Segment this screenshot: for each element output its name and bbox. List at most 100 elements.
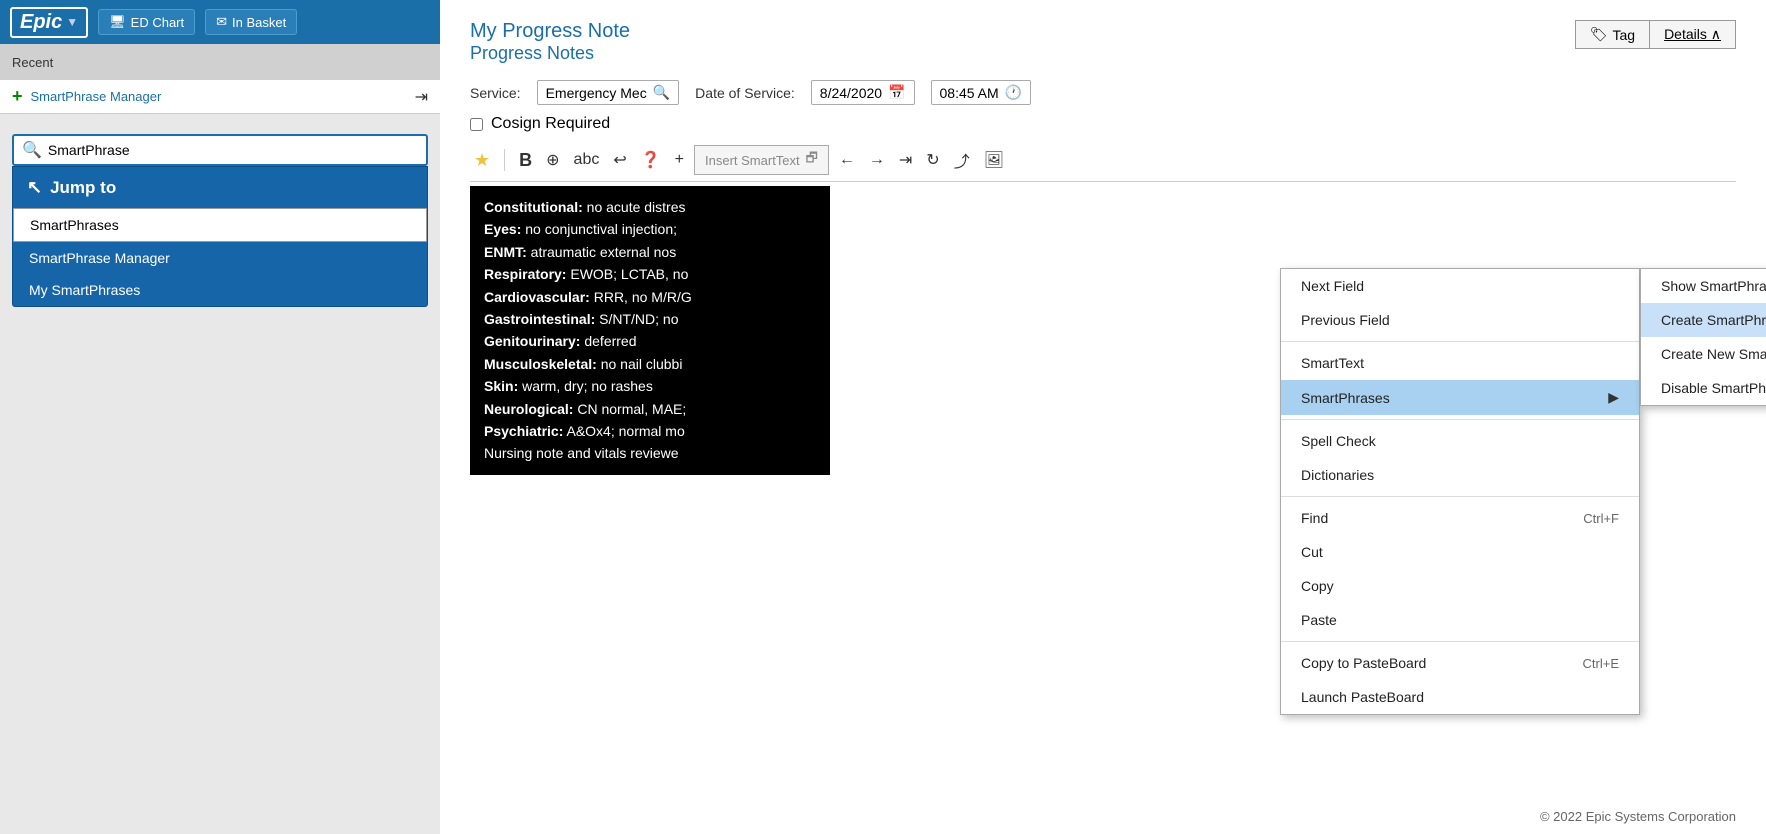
service-input[interactable]: Emergency Mec 🔍 [537,80,680,105]
context-menu-smarttext[interactable]: SmartText [1281,346,1639,380]
context-menu-launch-pasteboard[interactable]: Launch PasteBoard [1281,680,1639,714]
cosign-checkbox[interactable] [470,118,483,131]
undo-button[interactable]: ↩ [609,148,630,172]
submenu-disable-popup[interactable]: Disable SmartPhrase Popup [1641,371,1766,405]
pin-icon: ⇥ [415,87,428,107]
submenu-create-new[interactable]: Create New SmartPhrase [1641,337,1766,371]
editor-line-8: Skin: warm, dry; no rashes [484,375,816,397]
help-button[interactable]: ❓ [637,148,665,172]
date-input[interactable]: 8/24/2020 📅 [811,80,915,105]
launch-pasteboard-label: Launch PasteBoard [1301,689,1424,705]
next-field-label: Next Field [1301,278,1364,294]
context-menu-cut[interactable]: Cut [1281,535,1639,569]
calendar-icon: 📅 [888,84,905,101]
toolbar-separator-1 [504,149,505,171]
copy-pasteboard-shortcut: Ctrl+E [1583,656,1619,671]
header-buttons: 🏷 Tag Details ∧ [1575,20,1736,49]
jump-item-smartphrase-manager[interactable]: SmartPhrase Manager [13,242,427,274]
in-basket-button[interactable]: ✉ In Basket [205,9,297,35]
editor-line-9: Neurological: CN normal, MAE; [484,398,816,420]
context-menu-find[interactable]: Find Ctrl+F [1281,501,1639,535]
service-search-icon: 🔍 [653,84,670,101]
editor-line-3: Respiratory: EWOB; LCTAB, no [484,263,816,285]
page-title-line1: My Progress Note [470,20,630,43]
context-menu-copy-pasteboard[interactable]: Copy to PasteBoard Ctrl+E [1281,646,1639,680]
epic-logo[interactable]: Epic ▼ [10,7,88,38]
spell-check-label: Spell Check [1301,433,1376,449]
nav-left-button[interactable]: ← [835,149,859,171]
clock-icon: 🕐 [1005,84,1022,101]
add-icon: + [12,86,23,107]
smartphrase-manager-pin-row[interactable]: + SmartPhrase Manager ⇥ [0,80,440,114]
add-button[interactable]: + [671,149,688,171]
jump-to-label: Jump to [50,178,116,198]
smartphrase-manager-label: SmartPhrase Manager [31,89,162,104]
editor-line-1: Eyes: no conjunctival injection; [484,218,816,240]
insert-smarttext-label: Insert SmartText [705,153,800,168]
refresh-button[interactable]: ↻ [922,148,943,172]
date-label: Date of Service: [695,85,795,101]
ed-chart-button[interactable]: 🖥 ED Chart [98,9,195,35]
editor-line-10: Psychiatric: A&Ox4; normal mo [484,420,816,442]
editor-line-6: Genitourinary: deferred [484,330,816,352]
insert-smarttext-button[interactable]: Insert SmartText 🗗 [694,145,829,175]
tag-icon: 🏷 [1590,26,1608,43]
nav-split-button[interactable]: ⇥ [895,148,916,172]
jump-to-dropdown: ↖ Jump to SmartPhrases SmartPhrase Manag… [12,166,428,307]
context-menu-smartphrases[interactable]: SmartPhrases ▶ [1281,380,1639,415]
time-value: 08:45 AM [940,85,999,101]
context-menu-divider-3 [1281,496,1639,497]
editor-line-11: Nursing note and vitals reviewe [484,442,816,464]
editor-line-4: Cardiovascular: RRR, no M/R/G [484,286,816,308]
copy-label: Copy [1301,578,1334,594]
insert-smarttext-icon: 🗗 [806,149,818,171]
previous-field-label: Previous Field [1301,312,1390,328]
star-button[interactable]: ★ [470,148,494,173]
context-menu-paste[interactable]: Paste [1281,603,1639,637]
context-menu-previous-field[interactable]: Previous Field [1281,303,1639,337]
submenu-show-list[interactable]: Show SmartPhrase List [1641,269,1766,303]
editor-line-7: Musculoskeletal: no nail clubbi [484,353,816,375]
recent-label: Recent [12,55,53,70]
submenu-create-from-selected[interactable]: Create SmartPhrase from Selected Text [1641,303,1766,337]
spellcheck-button[interactable]: abc [570,149,604,171]
context-menu-dictionaries[interactable]: Dictionaries [1281,458,1639,492]
search-box: 🔍 [12,134,428,166]
dictionaries-label: Dictionaries [1301,467,1374,483]
ed-chart-icon: 🖥 [109,14,126,30]
format-button[interactable]: ⊕ [542,148,563,172]
nav-right-button[interactable]: → [865,149,889,171]
editor-content[interactable]: Constitutional: no acute distres Eyes: n… [470,186,830,475]
jump-item-my-smartphrases[interactable]: My SmartPhrases [13,274,427,306]
details-button[interactable]: Details ∧ [1650,20,1736,49]
show-smartphrase-list-label: Show SmartPhrase List [1661,278,1766,294]
recent-section: Recent [0,44,440,80]
search-icon: 🔍 [22,140,42,160]
context-menu: Next Field Previous Field SmartText Smar… [1280,268,1640,715]
time-input[interactable]: 08:45 AM 🕐 [931,80,1032,105]
service-label: Service: [470,85,521,101]
jump-item-smartphrases[interactable]: SmartPhrases [13,208,427,242]
export-button[interactable]: ⤴ [950,146,974,174]
context-menu-copy[interactable]: Copy [1281,569,1639,603]
page-title-block: My Progress Note Progress Notes [470,20,630,64]
create-smartphrase-selected-label: Create SmartPhrase from Selected Text [1661,312,1766,328]
copyright-text: © 2022 Epic Systems Corporation [1540,809,1736,824]
smarttext-label: SmartText [1301,355,1364,371]
search-input[interactable] [48,142,348,158]
editor-line-2: ENMT: atraumatic external nos [484,241,816,263]
context-menu-spell-check[interactable]: Spell Check [1281,424,1639,458]
create-new-smartphrase-label: Create New SmartPhrase [1661,346,1766,362]
bold-button[interactable]: B [515,148,536,173]
smartphrases-arrow-icon: ▶ [1608,389,1619,406]
tag-button[interactable]: 🏷 Tag [1575,20,1650,49]
cosign-label: Cosign Required [491,115,610,133]
jump-arrow-icon: ↖ [27,177,42,198]
context-menu-next-field[interactable]: Next Field [1281,269,1639,303]
form-row: Service: Emergency Mec 🔍 Date of Service… [470,80,1736,105]
editor-line-0: Constitutional: no acute distres [484,196,816,218]
copy-pasteboard-label: Copy to PasteBoard [1301,655,1426,671]
submenu: Show SmartPhrase List Create SmartPhrase… [1640,268,1766,406]
image-button[interactable]: 🖼 [980,148,1008,172]
page-title-line2: Progress Notes [470,43,630,64]
